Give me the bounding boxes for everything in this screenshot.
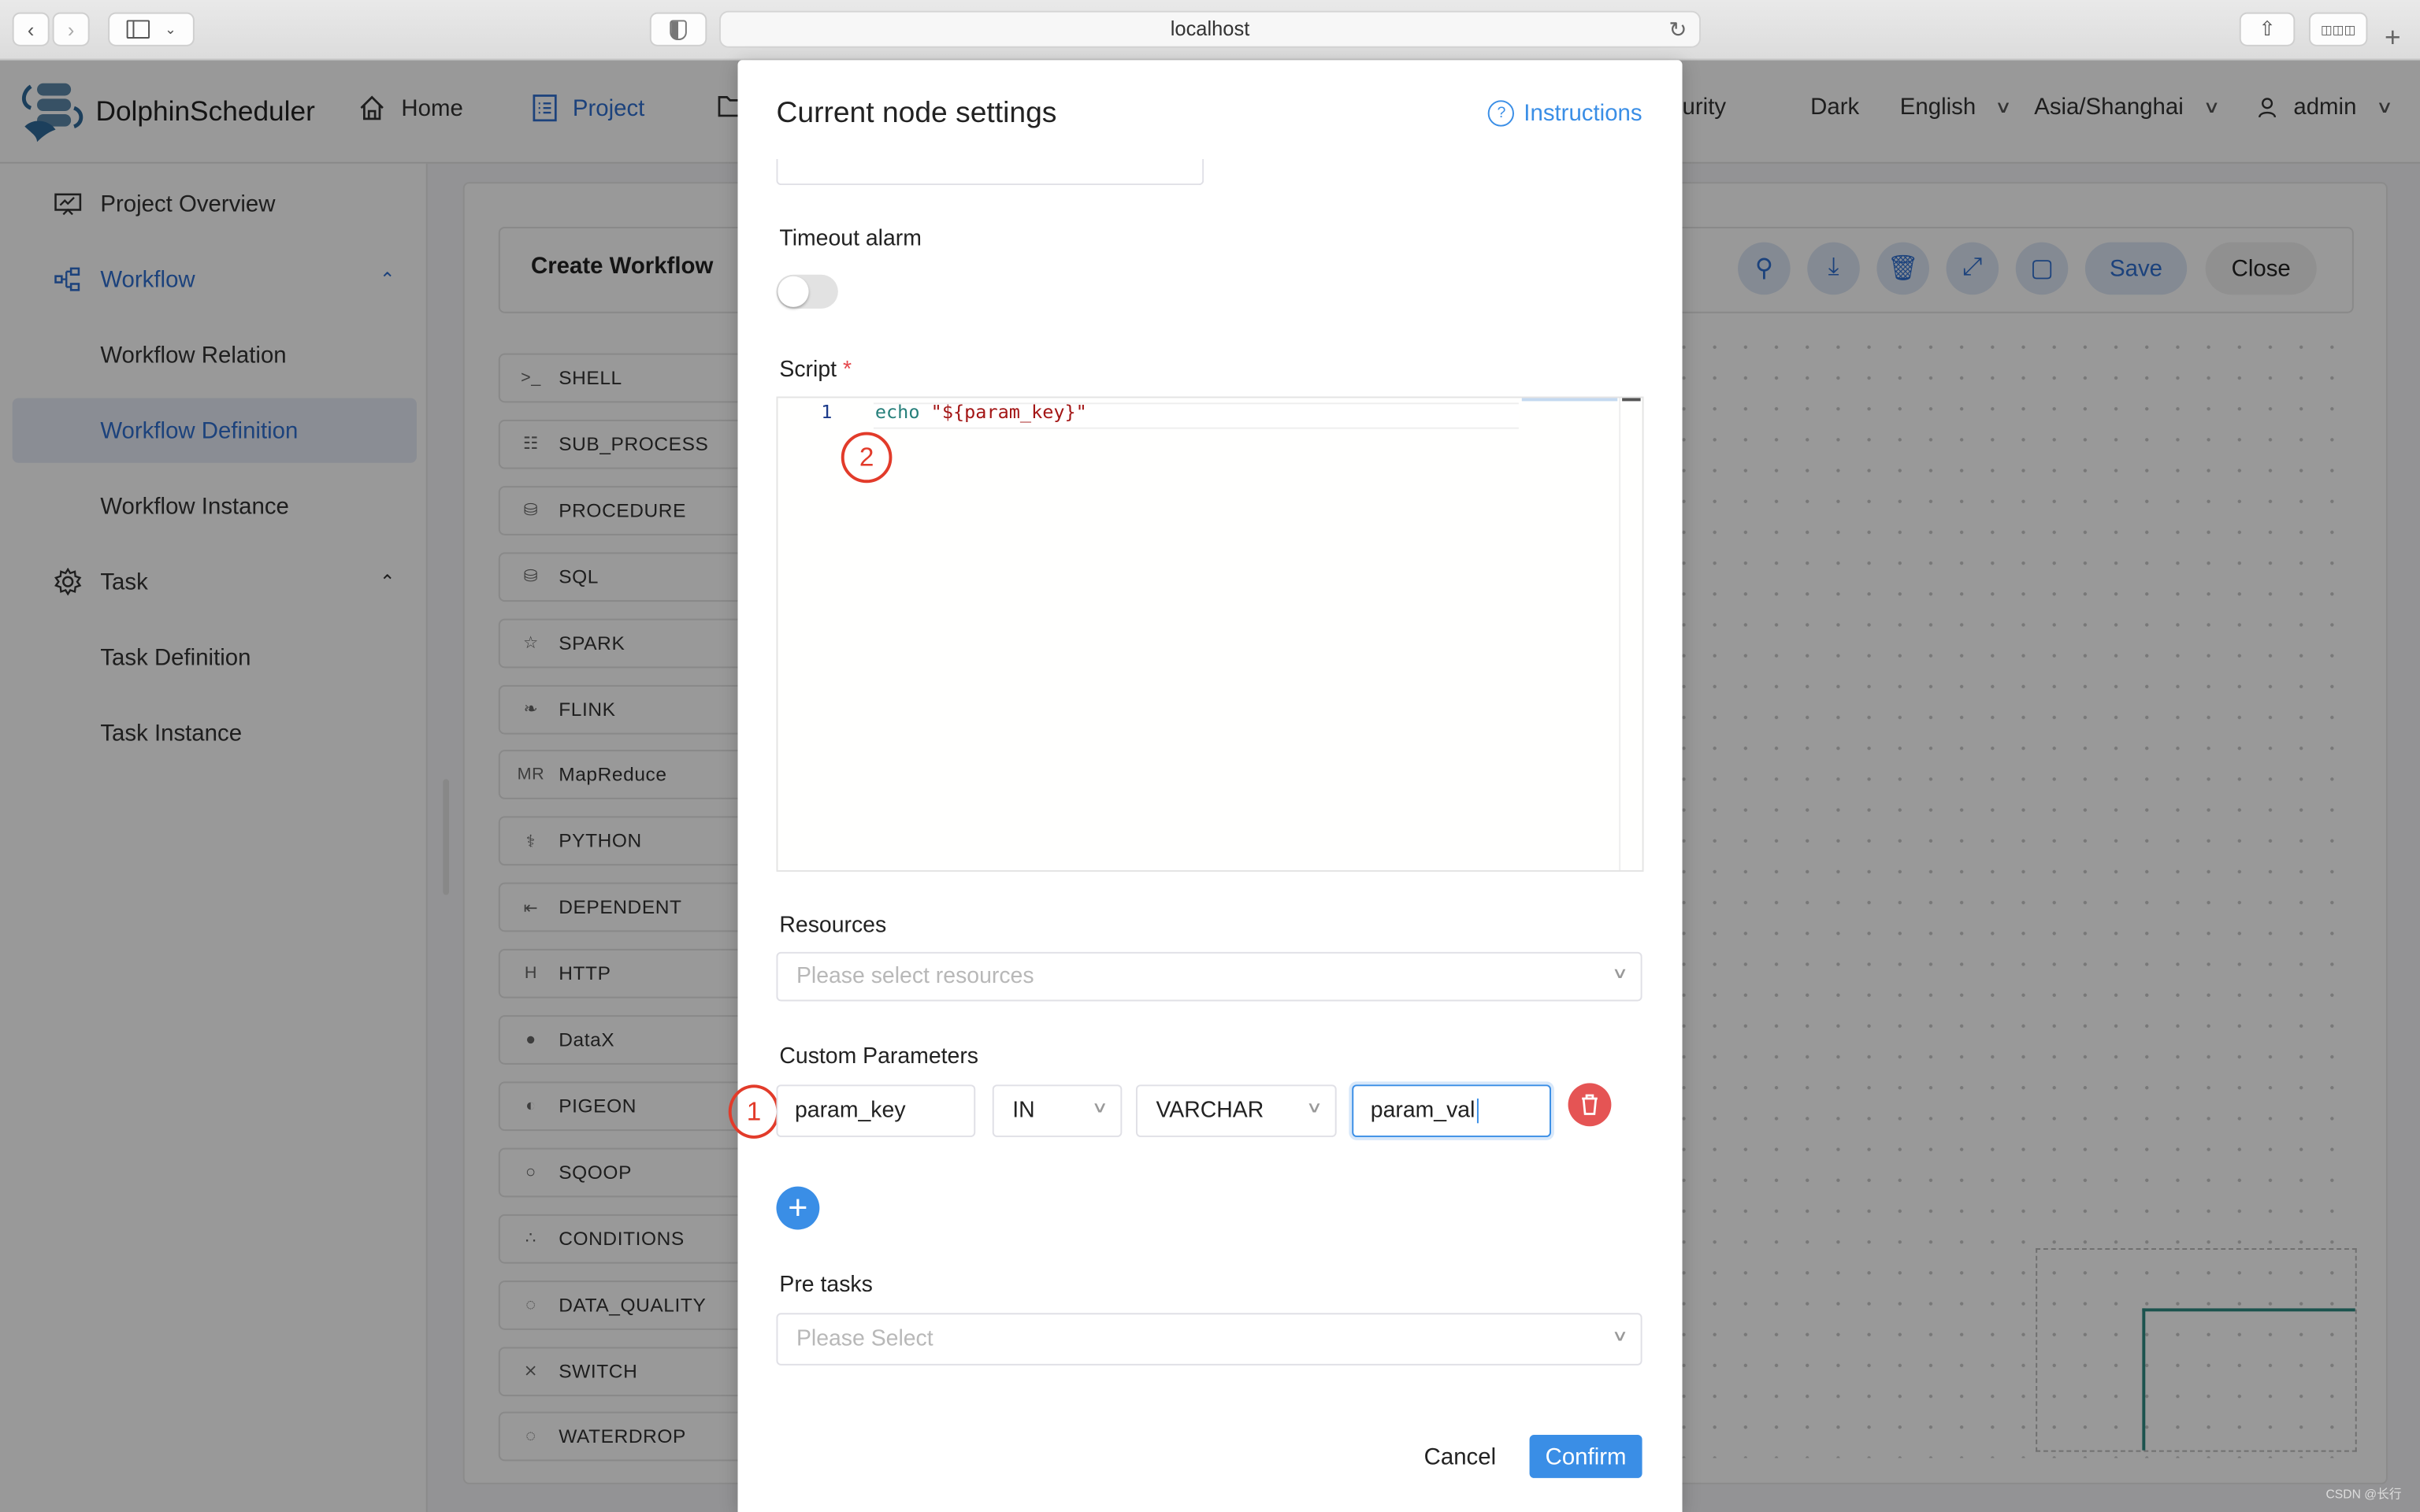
url-text: localhost xyxy=(1170,17,1250,40)
previous-field-input[interactable] xyxy=(776,158,1204,186)
reload-icon[interactable]: ↻ xyxy=(1668,13,1687,46)
tab-overview-button[interactable]: ◫◫◫ xyxy=(2308,12,2368,46)
chevron-down-icon: ∨ xyxy=(1090,1099,1108,1117)
chevron-right-icon: › xyxy=(67,17,75,41)
param-prop-input[interactable]: param_key xyxy=(776,1084,976,1137)
sidebar-icon xyxy=(126,20,150,39)
script-label: Script * xyxy=(779,358,852,383)
forward-button[interactable]: › xyxy=(52,12,90,46)
param-value-text: param_val xyxy=(1370,1098,1475,1124)
chevron-down-icon: ⌄ xyxy=(165,20,176,37)
tab-overview-icon: ◫◫◫ xyxy=(2320,22,2356,37)
pre-tasks-placeholder: Please Select xyxy=(796,1326,933,1352)
screen: ‹ › ⌄ localhost ↻ ⇧ ◫◫◫ + DolphinSchedul… xyxy=(0,0,2420,1512)
instructions-link[interactable]: ? Instructions xyxy=(1488,100,1642,127)
param-direction-select[interactable]: IN ∨ xyxy=(992,1084,1123,1137)
chevron-down-icon: ∨ xyxy=(1611,965,1628,984)
modal-title: Current node settings xyxy=(776,97,1057,130)
resources-select[interactable]: Please select resources ∨ xyxy=(776,951,1642,1002)
watermark: CSDN @长行 xyxy=(2325,1487,2402,1502)
code-keyword: echo xyxy=(874,401,920,423)
node-settings-drawer: Current node settings ? Instructions Tim… xyxy=(728,60,1683,1512)
line-number: 1 xyxy=(821,401,833,423)
cancel-button[interactable]: Cancel xyxy=(1401,1435,1519,1478)
plus-icon: + xyxy=(788,1188,808,1227)
shield-icon xyxy=(670,19,687,39)
pre-tasks-select[interactable]: Please Select ∨ xyxy=(776,1313,1642,1366)
annotation-marker-1: 1 xyxy=(728,1084,780,1139)
share-icon: ⇧ xyxy=(2259,17,2276,40)
privacy-button[interactable] xyxy=(649,12,707,46)
chevron-down-icon: ∨ xyxy=(1611,1328,1628,1346)
chevron-down-icon: ∨ xyxy=(1305,1099,1323,1117)
sidebar-scrollbar[interactable] xyxy=(443,779,450,895)
switch-knob xyxy=(778,276,809,307)
param-type-value: VARCHAR xyxy=(1156,1098,1264,1124)
scrollbar-thumb[interactable] xyxy=(1622,398,1641,402)
annotation-marker-2: 2 xyxy=(841,432,893,484)
resources-placeholder: Please select resources xyxy=(796,964,1034,989)
code-string: "${param_key}" xyxy=(930,401,1087,423)
add-param-button[interactable]: + xyxy=(776,1186,820,1230)
help-circle-icon: ? xyxy=(1488,100,1515,127)
sidebar-toggle-button[interactable]: ⌄ xyxy=(108,12,195,46)
code-line: echo "${param_key}" xyxy=(875,401,1087,422)
delete-param-button[interactable] xyxy=(1568,1083,1612,1127)
trash-icon xyxy=(1582,1094,1598,1115)
resources-label: Resources xyxy=(779,913,887,939)
instructions-label: Instructions xyxy=(1524,100,1642,127)
pre-tasks-label: Pre tasks xyxy=(779,1273,873,1298)
browser-toolbar: ‹ › ⌄ localhost ↻ ⇧ ◫◫◫ + xyxy=(0,0,2420,61)
script-editor[interactable]: 1 echo "${param_key}" xyxy=(776,396,1644,872)
param-prop-value: param_key xyxy=(794,1098,906,1124)
chevron-left-icon: ‹ xyxy=(27,17,35,41)
address-bar[interactable]: localhost ↻ xyxy=(718,10,1702,48)
editor-scrollbar[interactable] xyxy=(1619,398,1642,870)
share-button[interactable]: ⇧ xyxy=(2239,12,2296,46)
timeout-alarm-switch[interactable] xyxy=(776,274,838,309)
timeout-alarm-label: Timeout alarm xyxy=(779,227,922,252)
custom-parameters-label: Custom Parameters xyxy=(779,1044,979,1069)
script-label-text: Script xyxy=(779,358,837,383)
back-button[interactable]: ‹ xyxy=(12,12,50,46)
param-type-select[interactable]: VARCHAR ∨ xyxy=(1135,1084,1337,1137)
param-value-input[interactable]: param_val xyxy=(1352,1084,1551,1137)
new-tab-button[interactable]: + xyxy=(2385,21,2401,54)
text-caret xyxy=(1476,1098,1479,1124)
confirm-button[interactable]: Confirm xyxy=(1529,1435,1642,1478)
param-direction-value: IN xyxy=(1012,1098,1035,1124)
editor-minimap[interactable] xyxy=(1521,398,1618,402)
required-mark: * xyxy=(842,358,852,383)
